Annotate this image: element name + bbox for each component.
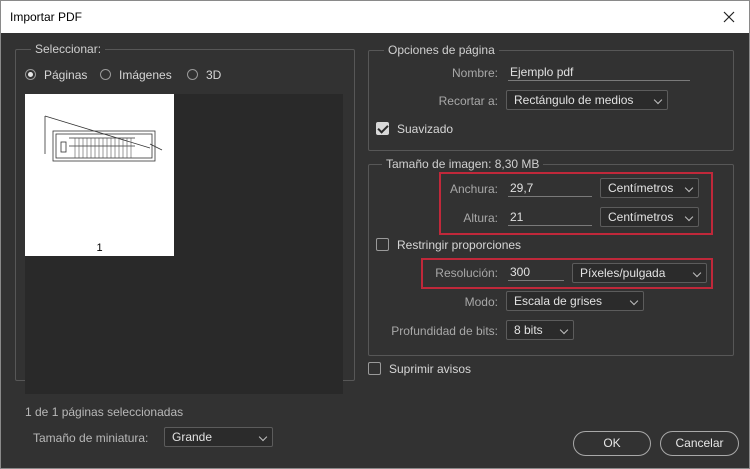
crop-label: Recortar a:: [438, 94, 498, 108]
smooth-label[interactable]: Suavizado: [397, 122, 453, 136]
width-unit-value: Centímetros: [608, 181, 674, 195]
crop-value: Rectángulo de medios: [514, 93, 634, 107]
radio-3d-label[interactable]: 3D: [206, 68, 221, 82]
suppress-warnings-label[interactable]: Suprimir avisos: [389, 362, 471, 376]
thumbnail-area[interactable]: 1: [25, 94, 343, 394]
width-label: Anchura:: [449, 182, 498, 196]
chevron-down-icon: [692, 268, 702, 278]
radio-pages-label[interactable]: Páginas: [44, 68, 87, 82]
chevron-down-icon: [629, 296, 639, 306]
bit-depth-label: Profundidad de bits:: [391, 324, 498, 338]
mode-select[interactable]: Escala de grises: [506, 291, 644, 311]
resolution-input[interactable]: 300: [508, 264, 564, 281]
bit-depth-select[interactable]: 8 bits: [506, 320, 574, 340]
chevron-down-icon: [684, 183, 694, 193]
suppress-warnings-checkbox[interactable]: [368, 362, 381, 375]
cancel-button[interactable]: Cancelar: [660, 431, 739, 456]
close-icon[interactable]: [709, 1, 749, 33]
window-title: Importar PDF: [10, 10, 83, 24]
name-label: Nombre:: [451, 66, 498, 80]
resolution-unit-select[interactable]: Píxeles/pulgada: [572, 263, 707, 283]
thumb-size-label: Tamaño de miniatura:: [33, 431, 149, 445]
height-label: Altura:: [463, 211, 498, 225]
select-group-legend: Seleccionar:: [31, 42, 106, 56]
import-pdf-dialog: Importar PDF Seleccionar: Páginas Imágen…: [0, 0, 750, 469]
crop-select[interactable]: Rectángulo de medios: [506, 90, 668, 110]
height-input[interactable]: 21: [508, 209, 592, 226]
constrain-checkbox[interactable]: [376, 238, 389, 251]
thumb-size-select[interactable]: Grande: [164, 427, 273, 447]
radio-3d[interactable]: [187, 69, 198, 80]
mode-label: Modo:: [464, 295, 498, 309]
thumb-size-value: Grande: [172, 430, 213, 444]
radio-images[interactable]: [100, 69, 111, 80]
name-input[interactable]: Ejemplo pdf: [508, 64, 690, 81]
resolution-label: Resolución:: [435, 266, 498, 280]
radio-pages[interactable]: [25, 69, 36, 80]
page-options-legend: Opciones de página: [384, 43, 499, 57]
page-thumbnail-drawing: [44, 115, 163, 162]
width-input[interactable]: 29,7: [508, 180, 592, 197]
pages-selected-status: 1 de 1 páginas seleccionadas: [25, 405, 184, 419]
ok-button[interactable]: OK: [573, 431, 651, 456]
image-size-legend: Tamaño de imagen: 8,30 MB: [382, 157, 544, 171]
chevron-down-icon: [684, 212, 694, 222]
resolution-unit-value: Píxeles/pulgada: [580, 266, 666, 280]
smooth-checkbox[interactable]: [376, 122, 389, 135]
bit-depth-value: 8 bits: [514, 323, 543, 337]
chevron-down-icon: [559, 325, 569, 335]
chevron-down-icon: [258, 432, 268, 442]
title-bar: Importar PDF: [1, 1, 749, 33]
chevron-down-icon: [653, 95, 663, 105]
thumbnail-page-number: 1: [96, 242, 103, 254]
width-unit-select[interactable]: Centímetros: [600, 178, 699, 198]
mode-value: Escala de grises: [514, 294, 603, 308]
page-thumbnail[interactable]: 1: [25, 94, 174, 256]
dialog-body: Seleccionar: Páginas Imágenes 3D 1 1 de …: [1, 33, 749, 468]
select-group: Seleccionar: Páginas Imágenes 3D 1: [15, 42, 355, 394]
height-unit-value: Centímetros: [608, 210, 674, 224]
radio-images-label[interactable]: Imágenes: [119, 68, 172, 82]
height-unit-select[interactable]: Centímetros: [600, 207, 699, 227]
constrain-label[interactable]: Restringir proporciones: [397, 238, 521, 252]
